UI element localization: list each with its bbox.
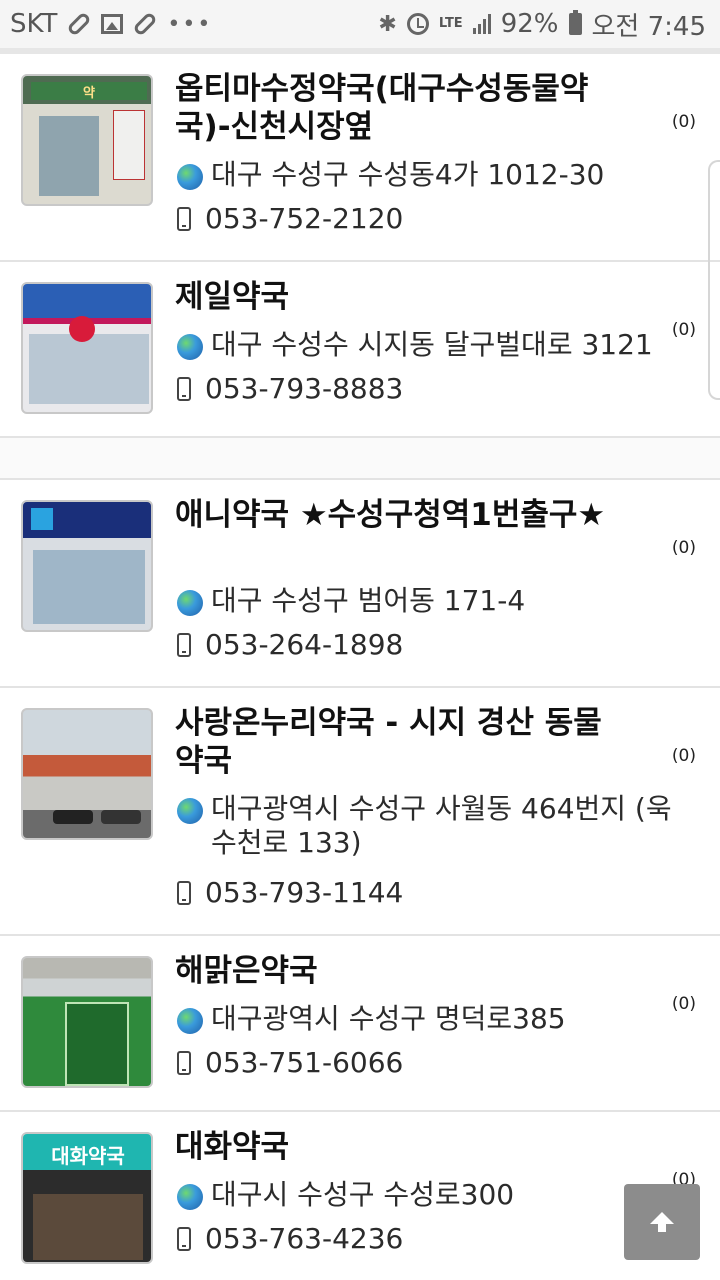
pharmacy-phone[interactable]: 053-763-4236 xyxy=(205,1222,403,1256)
pharmacy-phone[interactable]: 053-793-8883 xyxy=(205,372,403,406)
phone-row[interactable]: 053-793-1144 xyxy=(177,876,403,910)
pharmacy-thumbnail xyxy=(21,708,153,840)
pharmacy-phone[interactable]: 053-752-2120 xyxy=(205,202,403,236)
scroll-indicator[interactable] xyxy=(708,160,720,400)
image-icon xyxy=(101,14,124,34)
pharmacy-address: 대구 수성구 범어동 171-4 xyxy=(211,584,526,617)
phone-row[interactable]: 053-264-1898 xyxy=(177,628,403,662)
pharmacy-phone[interactable]: 053-793-1144 xyxy=(205,876,403,910)
globe-icon xyxy=(177,164,203,190)
list-item[interactable]: 애니약국 ★수성구청역1번출구★ (0) 대구 수성구 범어동 171-4 05… xyxy=(0,480,720,688)
review-count: (0) xyxy=(671,538,696,558)
address-row: 대구 수성구 수성동4가 1012-30 xyxy=(177,158,604,192)
address-row: 대구 수성수 시지동 달구벌대로 3121 xyxy=(177,328,653,362)
thumbnail-sign: 약 xyxy=(31,82,147,101)
pharmacy-name[interactable]: 해맑은약국 xyxy=(175,952,615,990)
phone-row[interactable]: 053-763-4236 xyxy=(177,1222,403,1256)
review-count: (0) xyxy=(671,994,696,1014)
pharmacy-thumbnail xyxy=(21,956,153,1088)
pharmacy-name[interactable]: 제일약국 xyxy=(175,278,615,316)
phone-row[interactable]: 053-793-8883 xyxy=(177,372,403,406)
address-row: 대구광역시 수성구 사월동 464번지 (욱수천로 133) xyxy=(177,792,677,860)
pharmacy-thumbnail xyxy=(21,500,153,632)
list-item[interactable]: 대화약국 대화약국 (0) 대구시 수성구 수성로300 053-763-423… xyxy=(0,1112,720,1280)
pharmacy-address: 대구광역시 수성구 사월동 464번지 (욱수천로 133) xyxy=(211,792,672,859)
network-type: LTE xyxy=(438,16,463,31)
pharmacy-thumbnail: 대화약국 xyxy=(21,1132,153,1264)
globe-icon xyxy=(177,334,203,360)
list-item[interactable]: 사랑온누리약국 - 시지 경산 동물약국 (0) 대구광역시 수성구 사월동 4… xyxy=(0,688,720,936)
pill-icon xyxy=(132,11,159,37)
list-item[interactable]: 약 옵티마수정약국(대구수성동물약국)-신천시장옆 (0) 대구 수성구 수성동… xyxy=(0,54,720,262)
review-count: (0) xyxy=(671,746,696,766)
pharmacy-address: 대구 수성수 시지동 달구벌대로 3121 xyxy=(211,328,653,361)
pharmacy-phone[interactable]: 053-751-6066 xyxy=(205,1046,403,1080)
pharmacy-address: 대구시 수성구 수성로300 xyxy=(211,1178,515,1211)
pill-icon xyxy=(66,11,93,37)
pharmacy-address: 대구광역시 수성구 명덕로385 xyxy=(211,1002,566,1035)
status-bar: SKT ••• ✱ LTE 92% 오전 7:45 xyxy=(0,0,720,48)
battery-icon xyxy=(568,10,582,35)
phone-row[interactable]: 053-751-6066 xyxy=(177,1046,403,1080)
clock: 오전 7:45 xyxy=(591,11,707,42)
address-row: 대구광역시 수성구 명덕로385 xyxy=(177,1002,566,1036)
phone-icon xyxy=(177,881,191,905)
pharmacy-name[interactable]: 사랑온누리약국 - 시지 경산 동물약국 xyxy=(175,704,615,780)
globe-icon xyxy=(177,1184,203,1210)
review-count: (0) xyxy=(671,320,696,340)
pharmacy-thumbnail xyxy=(21,282,153,414)
pharmacy-address: 대구 수성구 수성동4가 1012-30 xyxy=(211,158,605,191)
globe-icon xyxy=(177,1008,203,1034)
arrow-up-icon xyxy=(650,1212,674,1232)
phone-icon xyxy=(177,1227,191,1251)
phone-icon xyxy=(177,207,191,231)
list-item[interactable]: 제일약국 (0) 대구 수성수 시지동 달구벌대로 3121 053-793-8… xyxy=(0,262,720,438)
phone-icon xyxy=(177,377,191,401)
thumbnail-sign: 대화약국 xyxy=(51,1144,125,1168)
address-row: 대구 수성구 범어동 171-4 xyxy=(177,584,525,618)
pharmacy-list: 약 옵티마수정약국(대구수성동물약국)-신천시장옆 (0) 대구 수성구 수성동… xyxy=(0,54,720,1280)
pharmacy-name[interactable]: 대화약국 xyxy=(175,1128,615,1166)
carrier-label: SKT xyxy=(10,9,58,39)
alarm-icon xyxy=(406,13,429,35)
pharmacy-thumbnail: 약 xyxy=(21,74,153,206)
address-row: 대구시 수성구 수성로300 xyxy=(177,1178,514,1212)
section-gap xyxy=(0,438,720,480)
pharmacy-phone[interactable]: 053-264-1898 xyxy=(205,628,403,662)
phone-icon xyxy=(177,1051,191,1075)
scroll-to-top-button[interactable] xyxy=(624,1184,700,1260)
globe-icon xyxy=(177,590,203,616)
bluetooth-icon: ✱ xyxy=(378,11,397,37)
signal-icon xyxy=(472,14,491,34)
pharmacy-name[interactable]: 애니약국 ★수성구청역1번출구★ xyxy=(175,496,615,534)
globe-icon xyxy=(177,798,203,824)
battery-percent: 92% xyxy=(500,9,559,39)
pharmacy-name[interactable]: 옵티마수정약국(대구수성동물약국)-신천시장옆 xyxy=(175,70,615,146)
review-count: (0) xyxy=(671,112,696,132)
phone-icon xyxy=(177,633,191,657)
phone-row[interactable]: 053-752-2120 xyxy=(177,202,403,236)
more-notifications-icon: ••• xyxy=(167,11,213,37)
list-item[interactable]: 해맑은약국 (0) 대구광역시 수성구 명덕로385 053-751-6066 xyxy=(0,936,720,1112)
